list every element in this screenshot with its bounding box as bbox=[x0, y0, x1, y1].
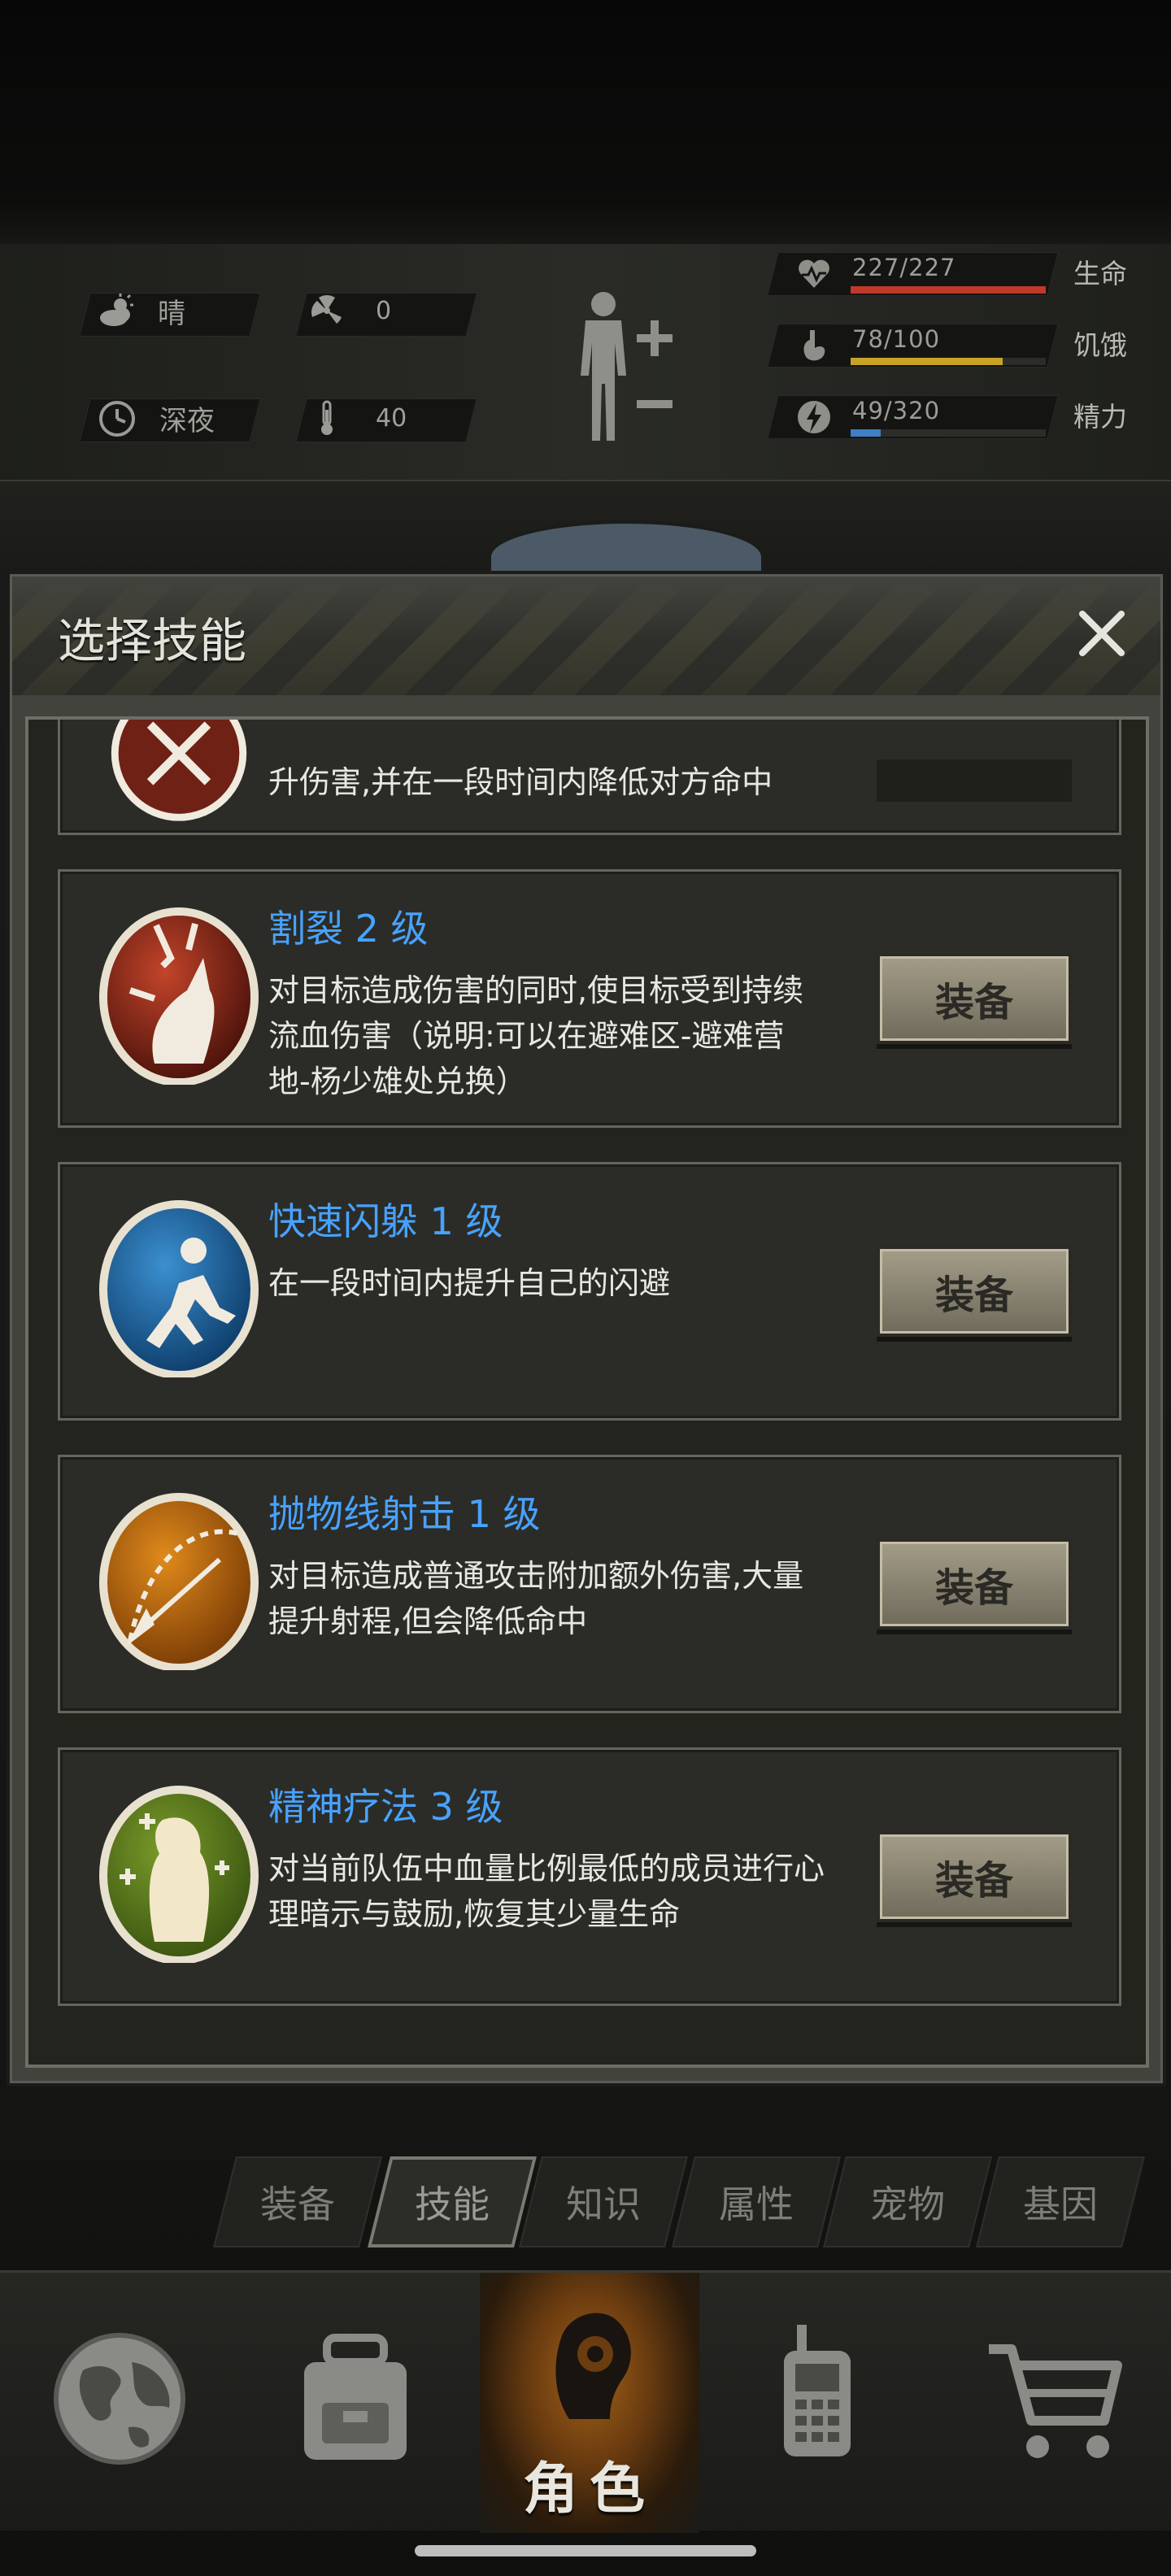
character-tabs: 装备 技能 知识 属性 宠物 基因 bbox=[211, 2156, 1155, 2247]
desc-line: 流血伤害（说明:可以在避难区-避难营 bbox=[268, 1018, 785, 1054]
bleed-claw-icon bbox=[99, 907, 259, 1085]
tab-equipment[interactable]: 装备 bbox=[213, 2156, 382, 2247]
skill-name-bleed: 割裂 2 级 bbox=[268, 907, 429, 951]
desc-line: 对目标造成伤害的同时,使目标受到持续 bbox=[268, 973, 804, 1008]
stat-health: 227/227 bbox=[767, 252, 1059, 296]
tab-attributes[interactable]: 属性 bbox=[672, 2156, 841, 2247]
energy-label: 精力 bbox=[1073, 401, 1127, 433]
app-root: 晴 0 深夜 40 227/227 生命 78/100 饥饿 49/320 精力… bbox=[0, 0, 1171, 2576]
skill-card-parabolic: 抛物线射击 1 级 对目标造成普通攻击附加额外伤害,大量 提升射程,但会降低命中… bbox=[58, 1455, 1121, 1713]
desc-line: 对目标造成普通攻击附加额外伤害,大量 bbox=[268, 1558, 804, 1594]
stat-energy: 49/320 bbox=[767, 395, 1059, 439]
walkie-talkie-icon bbox=[784, 2325, 851, 2456]
skill-desc-bleed: 对目标造成伤害的同时,使目标受到持续 流血伤害（说明:可以在避难区-避难营 地-… bbox=[268, 968, 838, 1104]
nav-radio[interactable] bbox=[699, 2273, 935, 2533]
energy-value: 49/320 bbox=[852, 397, 941, 424]
hunger-bar-fill bbox=[851, 358, 1003, 365]
temperature-value: 40 bbox=[376, 403, 407, 433]
skill-card-bleed: 割裂 2 级 对目标造成伤害的同时,使目标受到持续 流血伤害（说明:可以在避难区… bbox=[58, 869, 1121, 1128]
nav-character[interactable]: 角色 bbox=[480, 2273, 699, 2533]
hunger-label: 饥饿 bbox=[1073, 329, 1127, 361]
heart-icon bbox=[799, 259, 829, 288]
tab-knowledge[interactable]: 知识 bbox=[519, 2156, 688, 2247]
lightning-icon bbox=[798, 401, 830, 433]
health-label: 生命 bbox=[1073, 258, 1127, 289]
skill-desc-therapy: 对当前队伍中血量比例最低的成员进行心 理暗示与鼓励,恢复其少量生命 bbox=[268, 1846, 838, 1937]
parabolic-shot-icon bbox=[99, 1493, 259, 1670]
skill-icon-partial bbox=[111, 720, 247, 821]
skill-desc-dodge: 在一段时间内提升自己的闪避 bbox=[268, 1260, 838, 1306]
character-head-icon bbox=[555, 2313, 631, 2419]
tab-genes[interactable]: 基因 bbox=[976, 2156, 1145, 2247]
skill-name-parabolic: 抛物线射击 1 级 bbox=[268, 1492, 541, 1536]
shopping-cart-icon bbox=[989, 2344, 1122, 2458]
bottom-nav: 角色 bbox=[0, 2270, 1171, 2533]
body-plus-minus-icon[interactable] bbox=[561, 286, 691, 449]
desc-line: 理暗示与鼓励,恢复其少量生命 bbox=[268, 1896, 681, 1932]
skill-desc-parabolic: 对目标造成普通攻击附加额外伤害,大量 提升射程,但会降低命中 bbox=[268, 1553, 838, 1644]
equip-button-bleed[interactable]: 装备 bbox=[877, 953, 1072, 1044]
nav-backpack[interactable] bbox=[236, 2273, 480, 2533]
radiation-chip-content: 0 bbox=[307, 291, 391, 330]
skill-name-therapy: 精神疗法 3 级 bbox=[268, 1785, 503, 1829]
home-indicator[interactable] bbox=[415, 2545, 756, 2556]
sun-cloud-icon bbox=[100, 293, 133, 326]
stat-hunger: 78/100 bbox=[767, 324, 1059, 368]
close-icon[interactable] bbox=[1069, 601, 1134, 666]
clock-icon bbox=[99, 400, 135, 437]
desc-line: 提升射程,但会降低命中 bbox=[268, 1603, 588, 1639]
health-value: 227/227 bbox=[852, 254, 956, 281]
partial-skill-desc: 升伤害,并在一段时间内降低对方命中 bbox=[268, 764, 773, 798]
skill-name-dodge: 快速闪躲 1 级 bbox=[268, 1199, 503, 1243]
dodge-icon bbox=[99, 1200, 259, 1377]
backpack-icon bbox=[304, 2334, 407, 2460]
thermometer-icon bbox=[321, 400, 333, 435]
time-chip-content: 深夜 bbox=[98, 398, 215, 438]
radiation-icon bbox=[311, 294, 342, 324]
stomach-icon bbox=[803, 330, 825, 361]
mental-therapy-icon bbox=[99, 1786, 259, 1963]
radiation-value: 0 bbox=[376, 296, 392, 325]
desc-line: 对当前队伍中血量比例最低的成员进行心 bbox=[268, 1851, 825, 1886]
modal-title: 选择技能 bbox=[58, 613, 247, 668]
time-of-day-text: 深夜 bbox=[159, 405, 215, 437]
desc-line: 在一段时间内提升自己的闪避 bbox=[268, 1265, 671, 1301]
desc-line: 地-杨少雄处兑换） bbox=[268, 1064, 527, 1099]
nav-shop[interactable] bbox=[935, 2273, 1171, 2533]
nav-world[interactable] bbox=[0, 2273, 236, 2533]
tab-pets[interactable]: 宠物 bbox=[823, 2156, 992, 2247]
skill-list[interactable]: 升伤害,并在一段时间内降低对方命中 割裂 2 级 对目标造成伤害的同时,使目标受… bbox=[25, 716, 1149, 2068]
globe-icon bbox=[54, 2333, 185, 2465]
nav-character-label: 角色 bbox=[522, 2457, 656, 2522]
hunger-value: 78/100 bbox=[852, 325, 941, 353]
energy-bar-fill bbox=[851, 429, 881, 437]
weather-text: 晴 bbox=[158, 298, 185, 330]
skill-card-dodge: 快速闪躲 1 级 在一段时间内提升自己的闪避 装备 bbox=[58, 1162, 1121, 1421]
skill-card-therapy: 精神疗法 3 级 对当前队伍中血量比例最低的成员进行心 理暗示与鼓励,恢复其少量… bbox=[58, 1747, 1121, 2006]
partial-equip-button[interactable] bbox=[877, 759, 1072, 802]
weather-chip-content: 晴 bbox=[98, 291, 185, 331]
tab-skills[interactable]: 技能 bbox=[368, 2156, 537, 2247]
skill-select-modal: 选择技能 升伤害,并在一段时间内降低对方命中 割裂 2 级 对目标造成伤害的同时… bbox=[10, 574, 1163, 2083]
temperature-chip-content: 40 bbox=[307, 398, 407, 437]
health-bar-fill bbox=[851, 286, 1046, 294]
skill-card-partial: 升伤害,并在一段时间内降低对方命中 bbox=[58, 720, 1121, 835]
equip-button-dodge[interactable]: 装备 bbox=[877, 1246, 1072, 1337]
equip-button-therapy[interactable]: 装备 bbox=[877, 1831, 1072, 1922]
equip-button-parabolic[interactable]: 装备 bbox=[877, 1538, 1072, 1630]
